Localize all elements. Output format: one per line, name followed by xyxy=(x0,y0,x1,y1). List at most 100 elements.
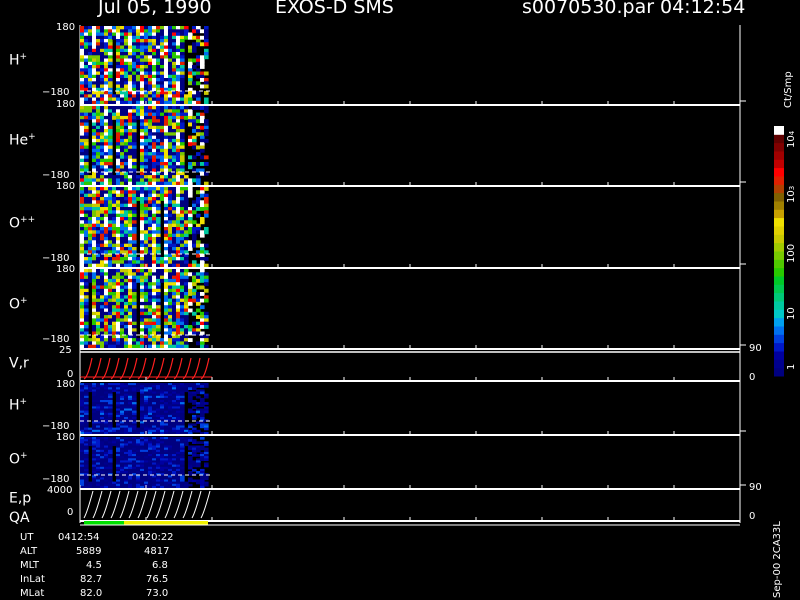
heatmap-cell xyxy=(156,260,161,265)
heatmap-cell xyxy=(200,305,205,310)
heatmap-cell xyxy=(192,423,197,427)
heatmap-cell xyxy=(124,240,129,245)
heatmap-cell xyxy=(200,220,205,225)
heatmap-cell xyxy=(96,240,101,245)
heatmap-cell xyxy=(144,190,149,195)
heatmap-cell xyxy=(96,190,101,195)
colorbar-unit-label: Ct/Smp xyxy=(783,71,794,108)
qa-bar-good xyxy=(84,521,124,525)
plot-time: 04:12:54 xyxy=(660,0,746,18)
heatmap-cell xyxy=(84,260,89,265)
heatmap-cell xyxy=(108,260,113,265)
heatmap-cell xyxy=(196,152,201,156)
heatmap-cell xyxy=(204,200,209,205)
heatmap-cell xyxy=(176,200,181,205)
colorbar-swatch xyxy=(774,276,784,285)
y-tick-bottom: −180 xyxy=(42,474,70,485)
colorbar-swatch xyxy=(774,292,784,302)
colorbar-swatch xyxy=(774,217,784,227)
colorbar-swatch xyxy=(774,209,784,219)
heatmap-cell xyxy=(200,285,205,290)
heatmap-cell xyxy=(180,190,185,195)
heatmap-cell xyxy=(116,210,121,215)
colorbar-tick-1000: 103 xyxy=(786,185,797,203)
heatmap-cell xyxy=(132,240,137,245)
heatmap-cell xyxy=(184,230,189,235)
heatmap-cell xyxy=(192,282,197,287)
velocity-curve xyxy=(137,357,147,380)
heatmap-cell xyxy=(188,155,193,160)
footer-code: Sep-00 2CA33L xyxy=(772,521,783,598)
heatmap-cell xyxy=(96,220,101,225)
heatmap-cell xyxy=(80,220,85,225)
heatmap-cell xyxy=(180,230,185,235)
colorbar-swatch xyxy=(774,301,784,310)
heatmap-cell xyxy=(204,109,209,114)
heatmap-cell xyxy=(172,230,177,235)
energy-curve xyxy=(119,490,130,519)
velocity-curve xyxy=(155,357,165,380)
heatmap-cell xyxy=(180,240,185,245)
heatmap-cell xyxy=(80,190,85,195)
heatmap-cell xyxy=(188,190,193,195)
heatmap-cell xyxy=(136,197,141,201)
colorbar-swatch xyxy=(774,334,784,344)
heatmap-cell xyxy=(124,220,129,225)
heatmap-cell xyxy=(200,298,205,303)
colorbar-swatch xyxy=(774,359,784,369)
heatmap-cell xyxy=(80,210,85,215)
heatmap-cell xyxy=(108,220,113,225)
heatmap-cell xyxy=(192,243,197,248)
colorbar-swatch xyxy=(774,234,784,244)
heatmap-cell xyxy=(200,278,205,283)
heatmap-cell xyxy=(188,142,193,147)
heatmap-cell xyxy=(196,42,201,47)
heatmap-cell xyxy=(188,479,193,483)
heatmap-cell xyxy=(144,200,149,205)
colorbar-tick-10000: 104 xyxy=(786,130,797,148)
energy-curve xyxy=(83,490,94,519)
heatmap-cell xyxy=(132,200,137,205)
heatmap-cell xyxy=(176,260,181,265)
heatmap-cell xyxy=(200,292,205,296)
heatmap-cell xyxy=(124,210,129,215)
heatmap-cell xyxy=(140,220,145,225)
heatmap-cell xyxy=(204,483,209,487)
heatmap-cell xyxy=(136,260,141,265)
colorbar-tick-1: 1 xyxy=(786,363,797,370)
colorbar-swatch xyxy=(774,201,784,210)
colorbar-swatch xyxy=(774,317,784,327)
heatmap-cell xyxy=(188,122,193,127)
heatmap-cell xyxy=(200,458,205,461)
energy-curve xyxy=(92,490,103,519)
heatmap-cell xyxy=(116,190,121,195)
heatmap-cell xyxy=(184,35,189,40)
heatmap-cell xyxy=(200,325,205,329)
heatmap-cell xyxy=(196,29,201,34)
heatmap-cell xyxy=(132,230,137,235)
colorbar-swatch xyxy=(774,167,784,177)
heatmap-cell xyxy=(188,425,193,429)
velocity-curve xyxy=(200,357,210,380)
heatmap-cell xyxy=(192,162,197,166)
colorbar-swatch xyxy=(774,267,784,277)
y-tick-top: 25 xyxy=(59,345,72,356)
y-tick-bottom: −180 xyxy=(42,334,70,345)
spectrogram-plot xyxy=(79,25,784,526)
heatmap-cell xyxy=(192,410,197,414)
heatmap-cell xyxy=(196,106,201,110)
qa-bar-warn xyxy=(124,521,208,525)
heatmap-cell xyxy=(104,210,109,215)
heatmap-cell xyxy=(152,210,157,215)
heatmap-cell xyxy=(176,220,181,225)
heatmap-cell xyxy=(200,84,205,89)
heatmap-cell xyxy=(100,240,105,245)
y-tick-bottom: −180 xyxy=(42,87,70,98)
heatmap-cell xyxy=(164,220,169,225)
heatmap-cell xyxy=(108,200,113,205)
heatmap-cell xyxy=(112,115,117,120)
heatmap-cell xyxy=(192,220,197,225)
heatmap-cell xyxy=(196,240,201,245)
heatmap-cell xyxy=(204,55,209,60)
heatmap-cell xyxy=(152,200,157,205)
